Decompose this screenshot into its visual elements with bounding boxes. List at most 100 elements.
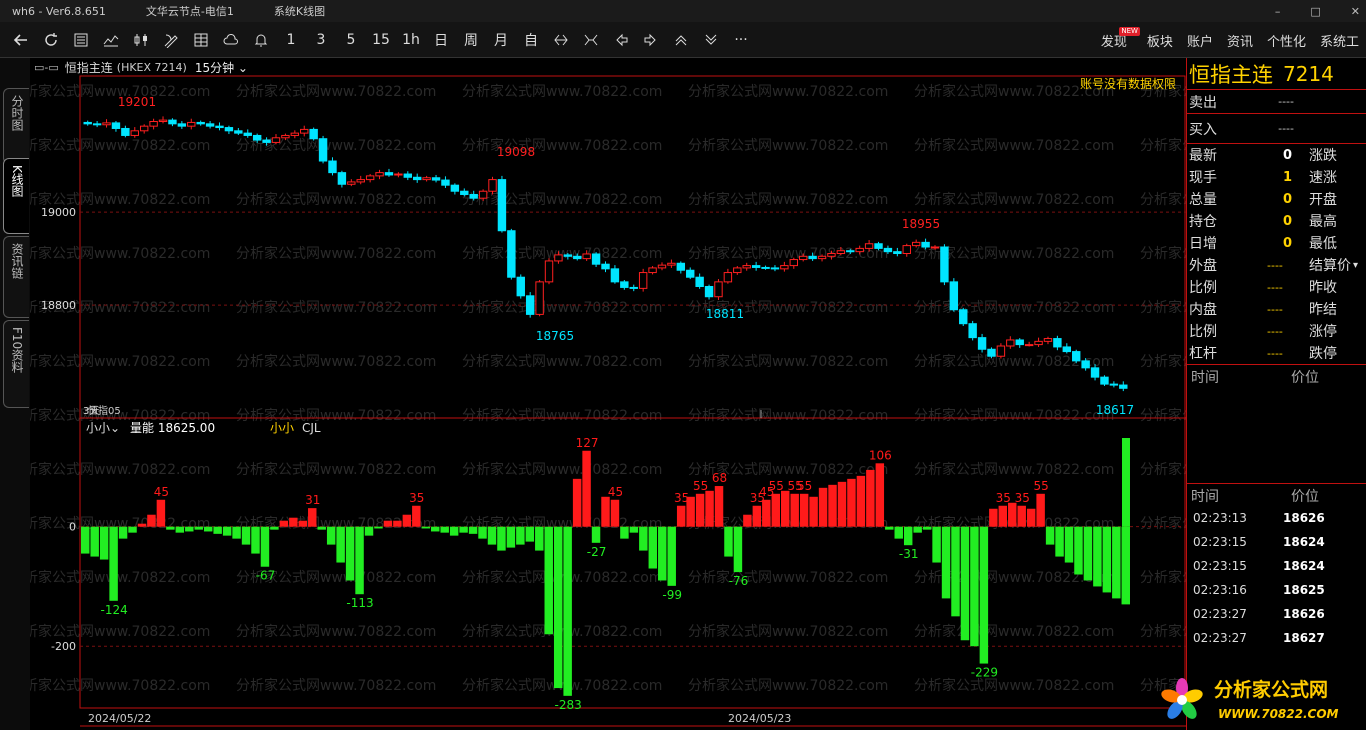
watermark-text: 分析家公式网www.70822.com (1140, 353, 1186, 370)
cjl-value-label: -124 (100, 603, 127, 617)
candle (121, 127, 130, 136)
cjl-bar (1008, 502, 1017, 527)
candle (714, 281, 723, 298)
menu-account[interactable]: 账户 (1180, 31, 1220, 50)
watermark-text: 分析家公式网www.70822.com (462, 353, 662, 370)
tab-timeshare[interactable]: 分时图 (3, 88, 29, 164)
site-logo: 分析家公式网 WWW.70822.COM (1161, 678, 1339, 721)
candle (337, 172, 347, 185)
cjl-bar (147, 514, 156, 527)
quote-row-label: 日增 (1189, 236, 1217, 252)
back-arrow-icon[interactable] (6, 26, 36, 54)
period-1min-button[interactable]: 1 (276, 26, 306, 54)
cjl-bar (185, 526, 194, 532)
cjl-bar (970, 526, 979, 647)
candle (977, 337, 987, 350)
cjl-value-label: 35 (409, 491, 424, 505)
period-month-button[interactable]: 月 (486, 26, 516, 54)
cjl-bar (1112, 526, 1121, 599)
menu-system[interactable]: 系统工 (1313, 31, 1366, 50)
candle (723, 272, 733, 283)
candle (695, 276, 704, 288)
candle (808, 255, 817, 260)
tab-kline[interactable]: K线图 (3, 158, 29, 234)
zoom-out-icon[interactable] (576, 26, 606, 54)
menu-news[interactable]: 资讯 (1220, 31, 1260, 50)
cloud-icon[interactable] (216, 26, 246, 54)
refresh-icon[interactable] (36, 26, 66, 54)
cjl-bar (99, 526, 109, 560)
tick-time: 02:23:16 (1193, 583, 1247, 597)
minimize-button[interactable]: – (1275, 5, 1281, 18)
grid-icon[interactable] (186, 26, 216, 54)
period-week-button[interactable]: 周 (456, 26, 486, 54)
cjl-bar (998, 505, 1008, 527)
close-button[interactable]: ✕ (1351, 5, 1360, 18)
period-day-button[interactable]: 日 (426, 26, 456, 54)
candle (262, 139, 271, 143)
chart-area[interactable]: ▭-▭ 恒指主连 (HKEX 7214) 15分钟 ⌄ 分析家公式网www.70… (30, 58, 1186, 728)
maximize-button[interactable]: □ (1310, 5, 1320, 18)
candle (83, 121, 92, 125)
cjl-bar (1102, 526, 1112, 593)
cjl-bar (487, 526, 497, 545)
candle (516, 276, 525, 297)
down-arrow-icon[interactable] (696, 26, 726, 54)
cjl-bar (279, 520, 289, 527)
cjl-bar (298, 520, 308, 527)
chart-svg: 分析家公式网www.70822.com 分析家公式网www.70822.com 分析… (30, 75, 1186, 727)
tab-kline-label: K线图 (10, 165, 24, 197)
tab-f10[interactable]: F10资料 (3, 320, 29, 408)
sell-value: ---- (1278, 95, 1294, 108)
cjl-bar (203, 526, 213, 532)
sell-row: 卖出 ---- (1187, 90, 1366, 114)
candle (620, 281, 629, 288)
up-arrow-icon[interactable] (666, 26, 696, 54)
draw-tool-icon[interactable] (156, 26, 186, 54)
candle (827, 253, 836, 257)
date-label: 2024/05/23 (728, 712, 791, 725)
chevron-down-icon[interactable]: ▾ (1353, 260, 1358, 271)
permission-notice: 账号没有数据权限 (1080, 76, 1176, 91)
period-3min-button[interactable]: 3 (306, 26, 336, 54)
more-icon[interactable]: ··· (726, 26, 756, 54)
y-tick-label: -200 (51, 640, 76, 653)
candle (234, 130, 243, 134)
left-arrow-icon[interactable] (606, 26, 636, 54)
zoom-in-icon[interactable] (546, 26, 576, 54)
watermark-text: 分析家公式网www.70822.com (462, 83, 662, 100)
menu-discover[interactable]: 发现 NEW (1094, 26, 1140, 50)
quote-row: 日增 0 最低 (1187, 232, 1366, 254)
cjl-bar (1083, 526, 1093, 581)
period-1h-button[interactable]: 1h (396, 26, 426, 54)
candle (704, 286, 714, 298)
tick-time: 02:23:15 (1193, 559, 1247, 573)
cjl-bar (260, 526, 270, 567)
watermark-text: 分析家公式网www.70822.com (1140, 137, 1186, 154)
bell-icon[interactable] (246, 26, 276, 54)
quote-row-value: ---- (1267, 302, 1283, 316)
tick-price: 18626 (1283, 607, 1325, 621)
quote-row-label: 比例 (1189, 324, 1217, 340)
period-custom-button[interactable]: 自 (516, 26, 546, 54)
menu-discover-label: 发现 (1100, 34, 1127, 50)
candle (770, 267, 780, 270)
tick-list: 02:23:13 18626 02:23:15 18624 02:23:15 18624 0… (1187, 506, 1366, 650)
line-chart-icon[interactable] (96, 26, 126, 54)
candle (460, 190, 469, 195)
watermark-text: 分析家公式网www.70822.com (1140, 569, 1186, 586)
price-annotation: 19201 (118, 95, 156, 109)
kline-icon[interactable] (126, 26, 156, 54)
menu-sector[interactable]: 板块 (1140, 31, 1180, 50)
candle (441, 179, 450, 186)
period-5min-button[interactable]: 5 (336, 26, 366, 54)
tick-row: 02:23:16 18625 (1187, 578, 1366, 602)
tab-news-chain[interactable]: 资讯链 (3, 236, 29, 318)
time-header-2: 时间 (1191, 489, 1219, 505)
menu-personalize[interactable]: 个性化 (1260, 31, 1313, 50)
right-arrow-icon[interactable] (636, 26, 666, 54)
cjl-bar (591, 526, 601, 543)
report-icon[interactable] (66, 26, 96, 54)
cjl-bar (449, 526, 459, 536)
period-15min-button[interactable]: 15 (366, 26, 396, 54)
